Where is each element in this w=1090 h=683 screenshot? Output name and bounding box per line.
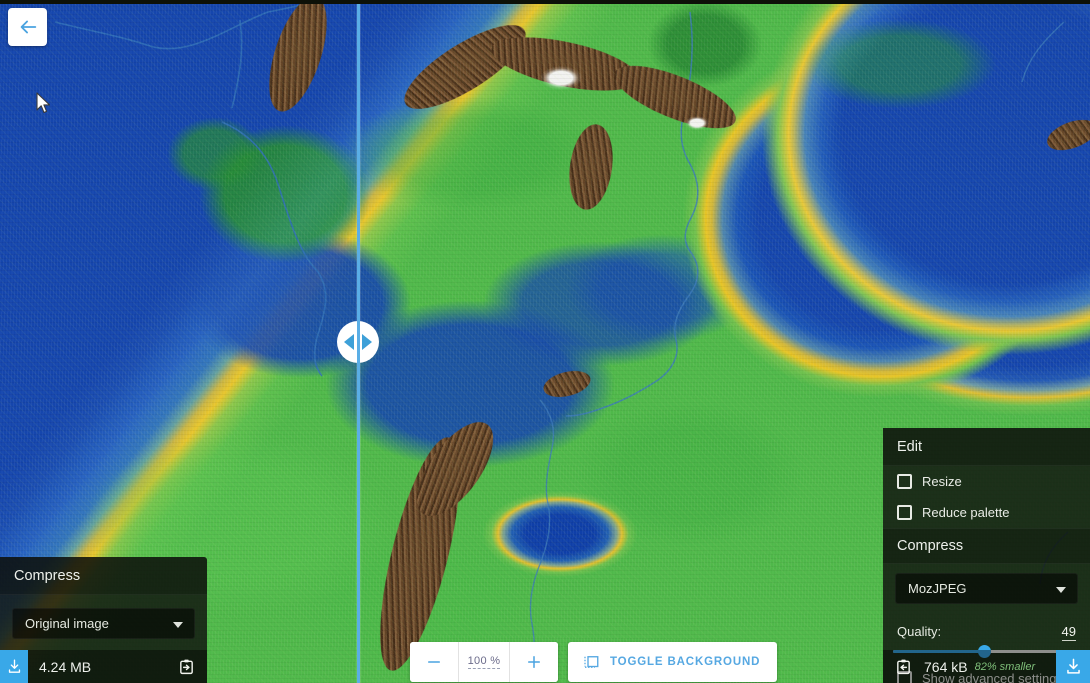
left-panel-body: Original image	[0, 595, 207, 650]
plus-icon	[528, 656, 540, 668]
right-download-button[interactable]	[1056, 650, 1090, 683]
right-file-size: 764 kB	[924, 658, 968, 675]
minus-icon	[428, 661, 440, 663]
zoom-in-button[interactable]	[510, 642, 558, 682]
toggle-background-button[interactable]: TOGGLE BACKGROUND	[568, 642, 778, 682]
download-icon	[8, 659, 20, 673]
reduce-palette-option-row[interactable]: Reduce palette	[883, 497, 1090, 528]
right-savings-label: 82% smaller	[974, 660, 1036, 673]
left-download-button[interactable]	[0, 650, 28, 683]
compare-split-handle-bar	[356, 321, 360, 363]
left-file-size: 4.24 MB	[39, 658, 92, 675]
edit-section-title: Edit	[883, 428, 1090, 466]
compress-section-title: Compress	[883, 528, 1090, 564]
zoom-level-value[interactable]: 100 %	[467, 655, 501, 669]
toggle-background-icon	[584, 656, 599, 668]
right-codec-select[interactable]: MozJPEG	[895, 573, 1078, 604]
chevron-down-icon	[173, 621, 183, 628]
top-edge-strip	[0, 0, 1090, 4]
zoom-control-group: 100 %	[410, 642, 558, 682]
resize-checkbox[interactable]	[897, 474, 912, 489]
left-codec-select-row: Original image	[0, 599, 207, 650]
left-size-row: 4.24 MB	[0, 650, 207, 683]
arrow-left-icon	[20, 20, 36, 34]
resize-option-row[interactable]: Resize	[883, 466, 1090, 497]
left-options-panel: Compress Original image 4.24 MB	[0, 557, 207, 683]
right-options-panel: Edit Resize Reduce palette Compress MozJ…	[883, 428, 1090, 683]
left-copy-to-other-side-button[interactable]	[178, 658, 207, 676]
download-icon	[1066, 658, 1080, 674]
copy-to-other-side-icon	[897, 659, 910, 674]
right-codec-select-value: MozJPEG	[908, 581, 967, 596]
viewer-toolbar: 100 % TOGGLE BACKGROUND	[410, 642, 778, 682]
copy-to-other-side-icon	[180, 659, 193, 674]
reduce-palette-checkbox[interactable]	[897, 505, 912, 520]
reduce-palette-label: Reduce palette	[922, 505, 1010, 520]
zoom-out-button[interactable]	[410, 642, 458, 682]
left-panel-title: Compress	[0, 557, 207, 595]
right-codec-select-row: MozJPEG	[883, 564, 1090, 615]
squoosh-app: 100 % TOGGLE BACKGROUND Compress Origina…	[0, 0, 1090, 683]
chevron-down-icon	[1056, 586, 1066, 593]
left-codec-select-value: Original image	[25, 616, 109, 631]
quality-value[interactable]: 49	[1061, 624, 1076, 641]
back-button[interactable]	[8, 8, 47, 46]
arrow-right-icon	[362, 334, 372, 350]
arrow-left-icon	[344, 334, 354, 350]
compare-split-handle[interactable]	[337, 321, 379, 363]
zoom-value-wrapper: 100 %	[459, 642, 509, 682]
quality-row: Quality: 49	[883, 615, 1090, 644]
resize-label: Resize	[922, 474, 962, 489]
left-codec-select[interactable]: Original image	[12, 608, 195, 639]
toggle-background-label: TOGGLE BACKGROUND	[610, 656, 761, 668]
right-size-row: 764 kB 82% smaller	[883, 650, 1090, 683]
quality-label: Quality:	[897, 624, 942, 639]
right-copy-to-other-side-button[interactable]	[883, 658, 920, 676]
